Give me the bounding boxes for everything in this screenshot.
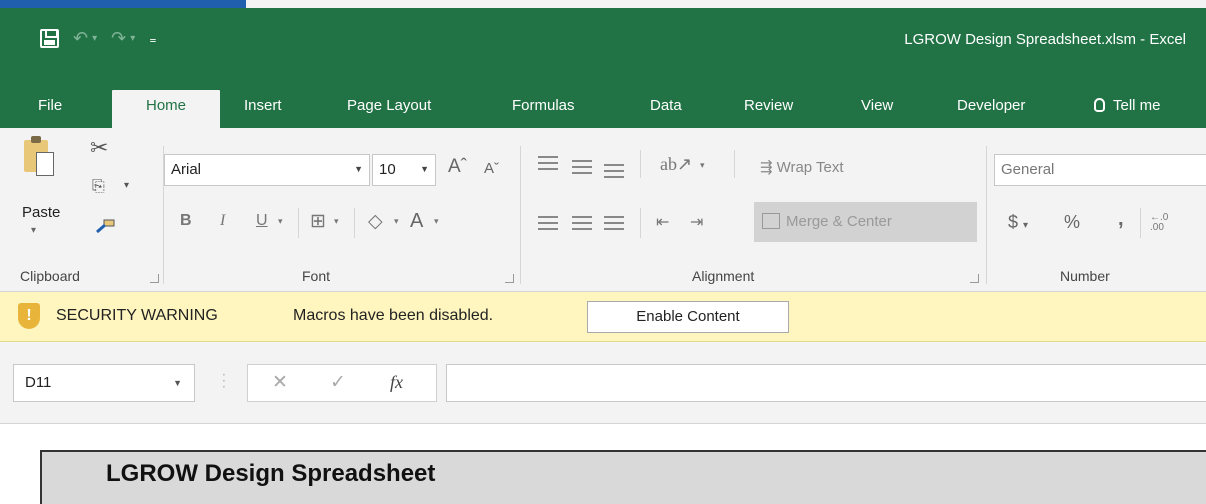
chevron-down-icon: ▼ <box>173 378 182 388</box>
clipboard-group-label: Clipboard <box>20 268 80 284</box>
lightbulb-icon <box>1094 98 1105 112</box>
window-title: LGROW Design Spreadsheet.xlsm - Excel <box>904 31 1186 48</box>
font-launcher-icon[interactable] <box>505 274 514 283</box>
align-right-icon[interactable] <box>604 216 624 230</box>
tab-view[interactable]: View <box>861 90 893 128</box>
enable-content-button[interactable]: Enable Content <box>587 301 789 333</box>
tab-formulas[interactable]: Formulas <box>512 90 575 128</box>
paste-button[interactable]: Paste <box>22 204 60 221</box>
increase-decimal-icon[interactable]: ←.0.00 <box>1150 213 1168 233</box>
tab-developer[interactable]: Developer <box>957 90 1025 128</box>
resize-handle-icon[interactable]: · · · <box>222 369 226 393</box>
redo-dropdown-icon[interactable]: ▾ <box>130 33 135 44</box>
formula-bar: D11 ▼ · · · ✕ ✓ fx <box>0 342 1206 424</box>
tab-file[interactable]: File <box>38 90 62 128</box>
alignment-launcher-icon[interactable] <box>970 274 979 283</box>
sheet-title: LGROW Design Spreadsheet <box>106 460 436 487</box>
redo-icon[interactable]: ↷ <box>111 28 126 49</box>
align-left-icon[interactable] <box>538 216 558 230</box>
merge-center-button[interactable]: Merge & Center <box>754 202 977 242</box>
font-color-dropdown-icon[interactable]: ▾ <box>434 216 439 227</box>
tab-page-layout[interactable]: Page Layout <box>347 90 431 128</box>
bold-icon[interactable]: B <box>180 212 192 230</box>
fill-color-icon[interactable]: ◇ <box>368 210 383 233</box>
format-painter-icon[interactable] <box>94 218 116 234</box>
ribbon-tabs: File Home Insert Page Layout Formulas Da… <box>0 82 1206 128</box>
cut-icon[interactable]: ✂ <box>90 136 108 161</box>
wrap-text-button[interactable]: ⇶ Wrap Text <box>760 158 844 176</box>
merge-center-label: Merge & Center <box>786 213 892 230</box>
save-icon[interactable] <box>40 29 59 48</box>
undo-dropdown-icon[interactable]: ▾ <box>92 33 97 44</box>
alignment-group-label: Alignment <box>692 268 755 284</box>
clipboard-launcher-icon[interactable] <box>150 274 159 283</box>
copy-icon[interactable]: ⎘ <box>92 176 105 196</box>
decrease-indent-icon[interactable]: ⇤ <box>656 212 669 232</box>
top-align-icon[interactable] <box>538 156 558 170</box>
paste-icon[interactable] <box>24 136 54 176</box>
orientation-dropdown-icon[interactable]: ▾ <box>700 160 705 171</box>
font-group-label: Font <box>302 268 331 284</box>
security-warning-message: Macros have been disabled. <box>293 307 494 324</box>
chevron-down-icon: ▼ <box>354 164 363 174</box>
decrease-font-icon[interactable]: Aˇ <box>484 160 499 177</box>
customize-toolbar-icon[interactable]: ₌ <box>149 31 156 47</box>
font-size-combo[interactable]: 10 ▼ <box>372 154 436 186</box>
borders-dropdown-icon[interactable]: ▾ <box>334 216 339 227</box>
number-format-combo[interactable]: General <box>994 154 1206 186</box>
orientation-icon[interactable]: ab↗ <box>660 154 692 175</box>
font-name-value: Arial <box>171 161 202 178</box>
underline-icon[interactable]: U <box>256 212 268 230</box>
top-strip <box>0 0 1206 8</box>
shield-warning-icon: ! <box>18 303 40 329</box>
tab-tell-me[interactable]: Tell me <box>1094 90 1161 128</box>
comma-style-icon[interactable]: , <box>1118 208 1124 231</box>
name-box-value: D11 <box>25 374 52 391</box>
italic-icon[interactable]: I <box>220 212 225 230</box>
formula-buttons: ✕ ✓ fx <box>247 364 437 402</box>
formula-input[interactable] <box>446 364 1206 402</box>
middle-align-icon[interactable] <box>572 160 592 174</box>
merge-icon <box>762 213 780 229</box>
wrap-text-icon: ⇶ <box>760 159 773 176</box>
number-group-label: Number <box>1060 268 1110 284</box>
worksheet-area: LGROW Design Spreadsheet <box>0 424 1206 504</box>
underline-dropdown-icon[interactable]: ▾ <box>278 216 283 227</box>
borders-icon[interactable]: ⊞ <box>310 210 326 233</box>
chevron-down-icon: ▼ <box>420 164 429 174</box>
security-warning-heading: SECURITY WARNING <box>56 307 218 324</box>
fill-color-dropdown-icon[interactable]: ▾ <box>394 216 399 227</box>
currency-icon[interactable]: $ ▾ <box>1008 212 1028 233</box>
tab-data[interactable]: Data <box>650 90 682 128</box>
enter-icon[interactable]: ✓ <box>330 371 346 393</box>
tab-insert[interactable]: Insert <box>244 90 282 128</box>
insert-function-icon[interactable]: fx <box>390 372 403 393</box>
increase-indent-icon[interactable]: ⇥ <box>690 212 703 232</box>
copy-dropdown-icon[interactable]: ▾ <box>124 180 129 191</box>
wrap-text-label: Wrap Text <box>776 159 844 176</box>
font-name-combo[interactable]: Arial ▼ <box>164 154 370 186</box>
tab-home[interactable]: Home <box>112 90 220 128</box>
tell-me-label: Tell me <box>1113 97 1161 114</box>
font-color-icon[interactable]: A <box>410 210 423 233</box>
increase-font-icon[interactable]: Aˆ <box>448 156 467 178</box>
ribbon: Paste ▾ ✂ ⎘ ▾ Clipboard Arial ▼ 10 ▼ Aˆ … <box>0 128 1206 292</box>
cancel-icon[interactable]: ✕ <box>272 371 288 393</box>
quick-access-toolbar: ↶ ▾ ↷ ▾ ₌ <box>40 28 157 49</box>
undo-icon[interactable]: ↶ <box>73 28 88 49</box>
bottom-align-icon[interactable] <box>604 164 624 178</box>
title-bar: ↶ ▾ ↷ ▾ ₌ LGROW Design Spreadsheet.xlsm … <box>0 0 1206 82</box>
security-warning-bar: ! SECURITY WARNING Macros have been disa… <box>0 292 1206 342</box>
tab-review[interactable]: Review <box>744 90 793 128</box>
number-format-value: General <box>1001 161 1055 178</box>
name-box[interactable]: D11 ▼ <box>13 364 195 402</box>
font-size-value: 10 <box>379 161 396 178</box>
percent-icon[interactable]: % <box>1064 212 1080 233</box>
title-cell-range[interactable]: LGROW Design Spreadsheet <box>40 450 1206 504</box>
align-center-icon[interactable] <box>572 216 592 230</box>
paste-dropdown-icon[interactable]: ▾ <box>31 225 36 236</box>
